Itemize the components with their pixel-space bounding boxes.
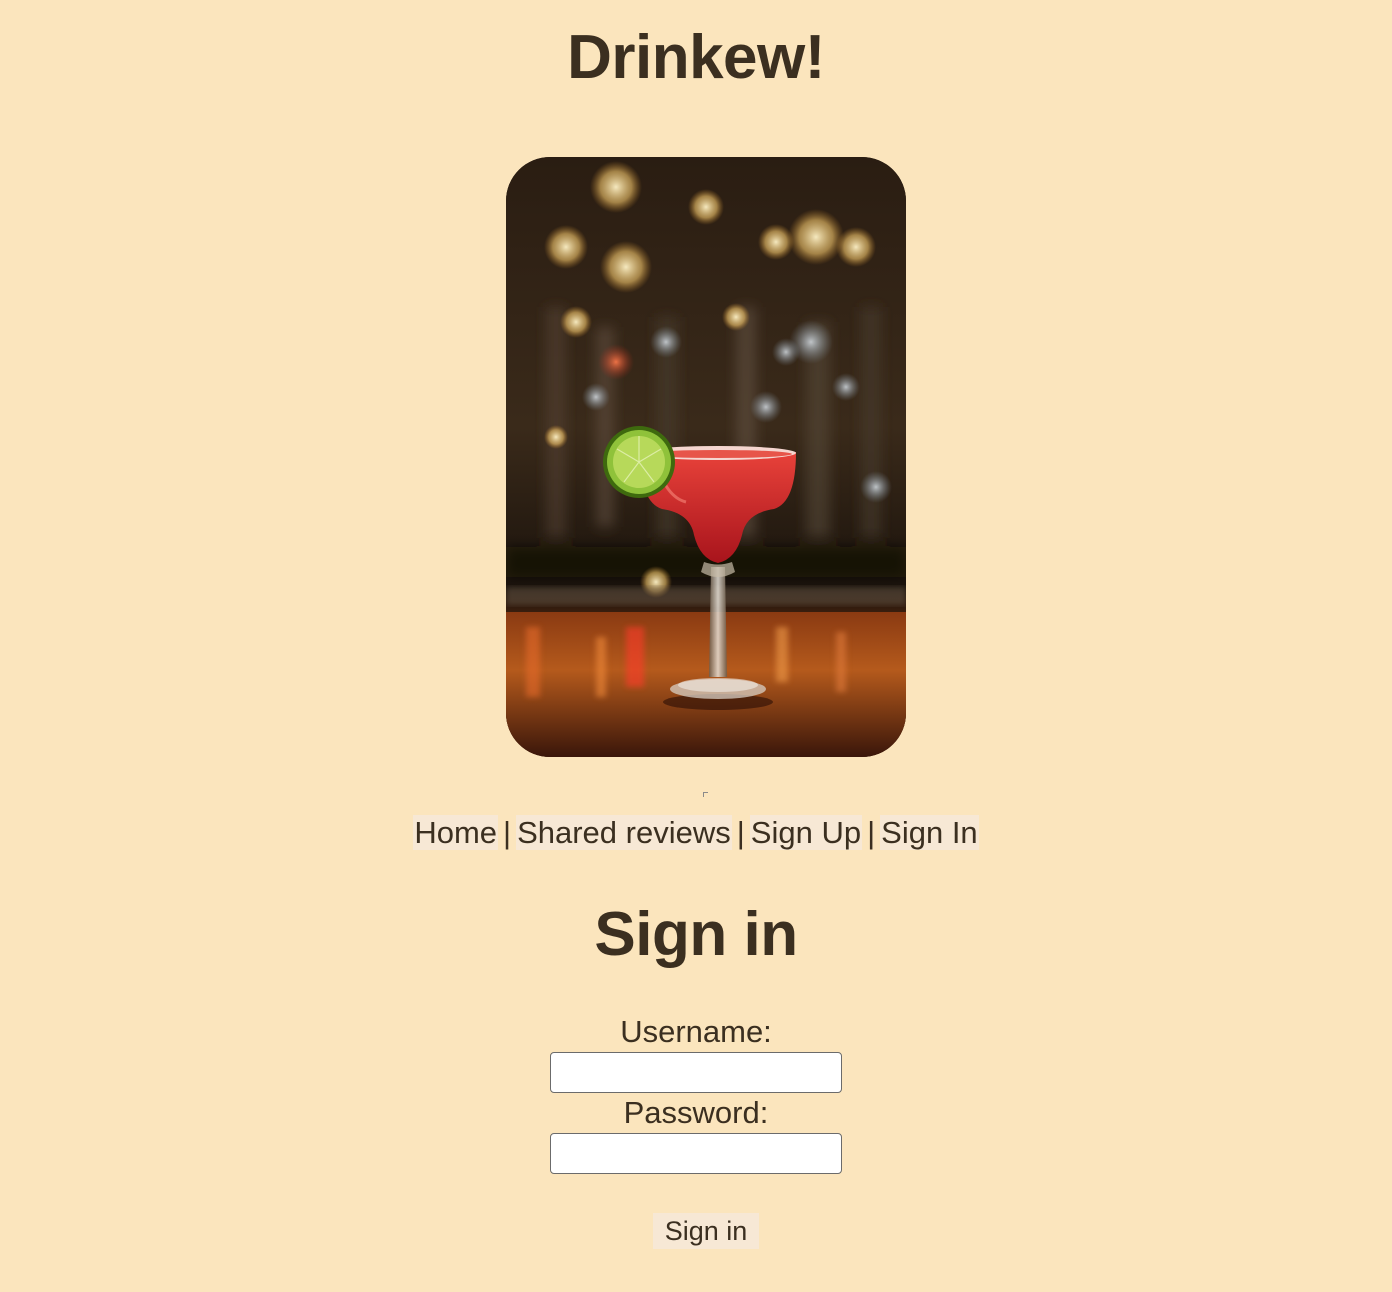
nav-separator: | <box>736 815 745 850</box>
site-title: Drinkew! <box>567 23 825 92</box>
nav-separator: | <box>503 815 512 850</box>
nav-link-sign-in[interactable]: Sign In <box>880 815 979 850</box>
main-nav: Home | Shared reviews | Sign Up | Sign In <box>0 812 1392 854</box>
nav-link-home[interactable]: Home <box>413 815 499 850</box>
username-label: Username: <box>620 1014 772 1049</box>
broken-image-icon <box>703 792 708 797</box>
nav-link-shared-reviews[interactable]: Shared reviews <box>516 815 732 850</box>
hero-cocktail-image <box>506 157 906 757</box>
sign-in-button[interactable]: Sign in <box>653 1213 759 1249</box>
nav-separator: | <box>867 815 876 850</box>
nav-link-sign-up[interactable]: Sign Up <box>749 815 863 850</box>
page: Drinkew! Home | Shared reviews | Sign Up… <box>0 0 1392 1292</box>
sign-in-form: Username: Password: <box>0 1012 1392 1174</box>
page-heading: Sign in <box>594 900 798 969</box>
password-label: Password: <box>623 1095 769 1130</box>
password-input[interactable] <box>550 1133 842 1174</box>
username-input[interactable] <box>550 1052 842 1093</box>
